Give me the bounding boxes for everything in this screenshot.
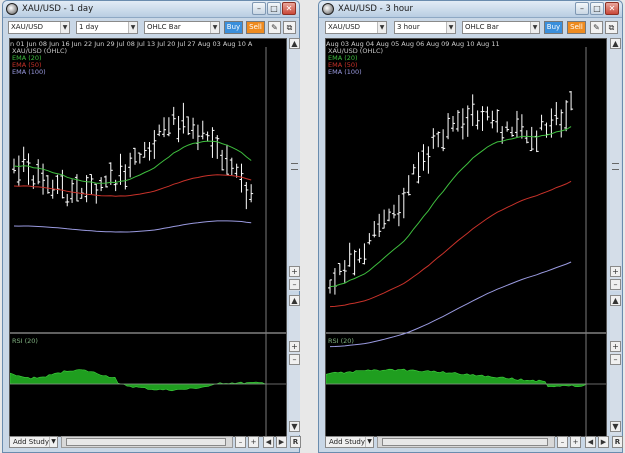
- ema20-line: [329, 126, 572, 288]
- chart-toolbar: XAU/USD ▼ 1 day ▼ OHLC Bar ▼ Buy Sell ✎ …: [6, 21, 296, 35]
- time-scrollbar[interactable]: [377, 436, 555, 448]
- scroll-grip-icon[interactable]: [612, 163, 619, 170]
- zoom-in-button[interactable]: +: [289, 266, 300, 277]
- window-title: XAU/USD - 3 hour: [338, 4, 413, 14]
- timeframe-select[interactable]: 1 day ▼: [76, 21, 138, 34]
- chart-style-select[interactable]: OHLC Bar ▼: [144, 21, 220, 34]
- minimize-icon[interactable]: –: [575, 2, 589, 15]
- chevron-down-icon: ▼: [530, 22, 539, 33]
- reset-button[interactable]: R: [290, 436, 301, 448]
- symbol-select[interactable]: XAU/USD ▼: [8, 21, 70, 34]
- price-chart[interactable]: n 01 Jun 08 Jun 16 Jun 22 Jun 29 Jul 08 …: [9, 38, 287, 437]
- sell-button[interactable]: Sell: [246, 21, 265, 34]
- time-scroll-thumb[interactable]: [382, 438, 548, 446]
- ema100-line: [329, 261, 572, 348]
- chart-canvas: [326, 47, 606, 436]
- chart-window-daily: XAU/USD - 1 day – □ ✕ XAU/USD ▼ 1 day ▼ …: [2, 0, 301, 453]
- zoom-out-button[interactable]: –: [289, 279, 300, 290]
- chart-style-value: OHLC Bar: [465, 23, 499, 31]
- chevron-down-icon: ▼: [365, 437, 373, 447]
- chevron-down-icon: ▼: [60, 22, 69, 33]
- scroll-left-button[interactable]: ◀: [263, 436, 274, 448]
- close-icon[interactable]: ✕: [605, 2, 619, 15]
- rsi-scrollbar[interactable]: ▲ + – ▼: [610, 295, 621, 435]
- title-bar: XAU/USD - 1 day – □ ✕: [3, 1, 299, 18]
- rsi-label: RSI (20): [12, 337, 38, 345]
- time-scroll-thumb[interactable]: [66, 438, 226, 446]
- zoom-out-button[interactable]: –: [557, 436, 568, 448]
- chevron-down-icon: ▼: [128, 22, 137, 33]
- price-chart[interactable]: Aug 03 Aug 04 Aug 05 Aug 06 Aug 09 Aug 1…: [325, 38, 607, 437]
- add-study-select[interactable]: Add Study ▼: [9, 436, 58, 448]
- symbol-value: XAU/USD: [11, 23, 44, 31]
- symbol-select[interactable]: XAU/USD ▼: [325, 21, 387, 34]
- chevron-down-icon: ▼: [446, 22, 455, 33]
- window-title: XAU/USD - 1 day: [22, 4, 94, 14]
- chevron-down-icon: ▼: [49, 437, 57, 447]
- chart-window-3hour: XAU/USD - 3 hour – □ ✕ XAU/USD ▼ 3 hour …: [318, 0, 623, 453]
- buy-button[interactable]: Buy: [544, 21, 563, 34]
- chevron-down-icon: ▼: [377, 22, 386, 33]
- zoom-in-button[interactable]: +: [570, 436, 581, 448]
- close-icon[interactable]: ✕: [282, 2, 296, 15]
- scroll-down-button[interactable]: ▼: [610, 421, 621, 432]
- add-study-select[interactable]: Add Study ▼: [325, 436, 374, 448]
- scroll-right-button[interactable]: ▶: [598, 436, 609, 448]
- maximize-icon[interactable]: □: [590, 2, 604, 15]
- timeframe-value: 1 day: [79, 23, 99, 31]
- maximize-icon[interactable]: □: [267, 2, 281, 15]
- legend-ema100: EMA (100): [12, 68, 46, 76]
- chart-toolbar: XAU/USD ▼ 3 hour ▼ OHLC Bar ▼ Buy Sell ✎…: [322, 21, 619, 35]
- zoom-out-button[interactable]: –: [289, 354, 300, 365]
- zoom-out-button[interactable]: –: [235, 436, 246, 448]
- chart-canvas: [10, 47, 286, 436]
- chart-style-value: OHLC Bar: [147, 23, 181, 31]
- title-bar: XAU/USD - 3 hour – □ ✕: [319, 1, 622, 18]
- zoom-out-button[interactable]: –: [610, 279, 621, 290]
- popout-icon[interactable]: ⧉: [605, 21, 618, 34]
- scroll-grip-icon[interactable]: [291, 163, 298, 170]
- add-study-label: Add Study: [13, 438, 49, 446]
- time-scrollbar[interactable]: [61, 436, 233, 448]
- scroll-up-button[interactable]: ▲: [610, 38, 621, 49]
- scroll-left-button[interactable]: ◀: [585, 436, 596, 448]
- zoom-in-button[interactable]: +: [248, 436, 259, 448]
- globe-icon: [322, 3, 334, 15]
- rsi-area: [10, 369, 267, 392]
- minimize-icon[interactable]: –: [252, 2, 266, 15]
- zoom-out-button[interactable]: –: [610, 354, 621, 365]
- symbol-value: XAU/USD: [328, 23, 361, 31]
- rsi-scrollbar[interactable]: ▲ + – ▼: [289, 295, 300, 435]
- popout-icon[interactable]: ⧉: [283, 21, 296, 34]
- sell-button[interactable]: Sell: [567, 21, 586, 34]
- timeframe-value: 3 hour: [397, 23, 420, 31]
- bottom-bar: Add Study ▼ – + ◀ ▶ R: [325, 436, 623, 448]
- ema20-line: [13, 140, 252, 184]
- zoom-in-button[interactable]: +: [610, 266, 621, 277]
- chart-style-select[interactable]: OHLC Bar ▼: [462, 21, 540, 34]
- globe-icon: [6, 3, 18, 15]
- chevron-down-icon: ▼: [210, 22, 219, 33]
- reset-button[interactable]: R: [612, 436, 623, 448]
- rsi-label: RSI (20): [328, 337, 354, 345]
- price-scrollbar[interactable]: ▲ + –: [610, 38, 621, 291]
- zoom-in-button[interactable]: +: [610, 341, 621, 352]
- pencil-icon[interactable]: ✎: [268, 21, 281, 34]
- pencil-icon[interactable]: ✎: [590, 21, 603, 34]
- ema100-line: [13, 220, 252, 233]
- scroll-up-button[interactable]: ▲: [289, 295, 300, 306]
- scroll-up-button[interactable]: ▲: [289, 38, 300, 49]
- add-study-label: Add Study: [329, 438, 365, 446]
- zoom-in-button[interactable]: +: [289, 341, 300, 352]
- scroll-up-button[interactable]: ▲: [610, 295, 621, 306]
- timeframe-select[interactable]: 3 hour ▼: [394, 21, 456, 34]
- scroll-down-button[interactable]: ▼: [289, 421, 300, 432]
- bottom-bar: Add Study ▼ – + ◀ ▶ R: [9, 436, 301, 448]
- price-scrollbar[interactable]: ▲ + –: [289, 38, 300, 291]
- ema50-line: [329, 180, 572, 308]
- scroll-right-button[interactable]: ▶: [276, 436, 287, 448]
- legend-ema100: EMA (100): [328, 68, 362, 76]
- buy-button[interactable]: Buy: [224, 21, 243, 34]
